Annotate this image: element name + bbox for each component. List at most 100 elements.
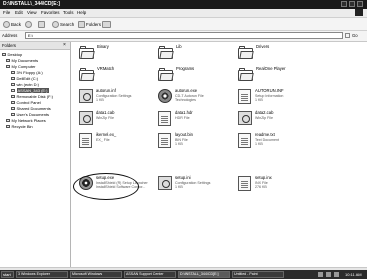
address-value: E:\ bbox=[28, 33, 33, 38]
folder-icon bbox=[238, 45, 254, 59]
menu-file[interactable]: File bbox=[3, 10, 10, 15]
address-bar: Address E:\ Go bbox=[0, 31, 367, 42]
address-dropdown-icon[interactable] bbox=[345, 33, 350, 38]
floppy-icon bbox=[11, 71, 15, 74]
address-input[interactable]: E:\ bbox=[25, 32, 343, 39]
file-item-setup-ini[interactable]: setup.ini Configuration Settings 1 KB bbox=[158, 175, 210, 190]
file-item-readme[interactable]: readme.txt Text Document 1 KB bbox=[238, 132, 279, 148]
file-item-data1-cab[interactable]: data1.cab WinZip File bbox=[79, 110, 114, 125]
tree-item-removable-f[interactable]: Removable Disk (F:) bbox=[11, 94, 53, 99]
tray-volume-icon[interactable] bbox=[326, 272, 331, 277]
folder-icon bbox=[6, 59, 10, 62]
close-button[interactable] bbox=[357, 1, 363, 7]
file-item-autorun-inf[interactable]: autorun.inf Configuration Settings 1 KB bbox=[79, 88, 131, 103]
desktop-icon bbox=[2, 53, 6, 56]
tray-network-icon[interactable] bbox=[318, 272, 323, 277]
control-panel-icon bbox=[11, 101, 15, 104]
setup-exe-highlight bbox=[73, 173, 139, 200]
toolbar: Back Search Folders bbox=[0, 18, 367, 31]
go-button[interactable]: Go bbox=[352, 33, 358, 38]
tree-item-shared-documents[interactable]: Shared Documents bbox=[11, 106, 51, 111]
taskbar: start 3 Windows Explorer Microsoft Windo… bbox=[0, 270, 367, 279]
tree-item-drive-d[interactable]: win (ectn D:) bbox=[11, 82, 39, 87]
close-pane-icon[interactable]: × bbox=[63, 42, 66, 48]
tree-item-users-documents[interactable]: User's Documents bbox=[11, 112, 49, 117]
file-item-lib[interactable]: Lib bbox=[158, 44, 182, 59]
folder-icon bbox=[158, 45, 174, 59]
file-item-programs[interactable]: Programs bbox=[158, 66, 194, 81]
tree-item-drive-c[interactable]: DellEdit (C:) bbox=[11, 76, 38, 81]
menu-view[interactable]: View bbox=[27, 10, 37, 15]
tree-item-floppy[interactable]: 3½ Floppy (A:) bbox=[11, 70, 43, 75]
file-item-autorun-exe[interactable]: autorun.exe CD-T Autorun File Technologies bbox=[158, 88, 204, 103]
file-item-ikernel[interactable]: ikernel.ex_ EX_ File bbox=[79, 132, 116, 148]
maximize-button[interactable] bbox=[349, 1, 355, 7]
folder-icon bbox=[79, 45, 95, 59]
file-item-autorun-inf-setup[interactable]: AUTORUN.INF Setup Information 1 KB bbox=[238, 88, 284, 104]
cab-icon bbox=[79, 111, 93, 125]
folders-pane-title: Folders bbox=[2, 43, 16, 48]
search-label: Search bbox=[60, 21, 75, 27]
tree-item-network-places[interactable]: My Network Places bbox=[6, 118, 46, 123]
folder-icon bbox=[11, 113, 15, 116]
document-icon bbox=[158, 111, 171, 126]
window-title: D:\INSTALL\_344\CD[E:] bbox=[3, 1, 60, 7]
document-icon bbox=[79, 133, 92, 148]
start-button[interactable]: start bbox=[1, 271, 14, 278]
file-item-drivers[interactable]: Drivers bbox=[238, 44, 269, 59]
drive-icon bbox=[11, 83, 15, 86]
file-item-data2-cab[interactable]: data2.cab WinZip File bbox=[238, 110, 273, 125]
menu-tools[interactable]: Tools bbox=[63, 10, 74, 15]
views-button[interactable] bbox=[102, 20, 112, 28]
clock: 10:11 AM bbox=[345, 272, 362, 277]
tree-item-my-computer[interactable]: My Computer bbox=[6, 64, 36, 69]
up-folder-icon bbox=[38, 20, 45, 28]
title-bar: D:\INSTALL\_344\CD[E:] bbox=[0, 0, 367, 9]
drive-icon bbox=[11, 77, 15, 80]
windows-logo-icon bbox=[355, 9, 363, 16]
back-button[interactable]: Back bbox=[3, 20, 21, 28]
tree-item-my-documents[interactable]: My Documents bbox=[6, 58, 38, 63]
recycle-bin-icon bbox=[6, 125, 10, 128]
tree-item-control-panel[interactable]: Control Panel bbox=[11, 100, 41, 105]
folder-icon bbox=[11, 107, 15, 110]
up-folder-button[interactable] bbox=[38, 20, 46, 28]
search-button[interactable]: Search bbox=[52, 20, 74, 28]
menu-edit[interactable]: Edit bbox=[15, 10, 23, 15]
file-item-binary[interactable]: Binary bbox=[79, 44, 109, 59]
address-label: Address bbox=[2, 33, 18, 38]
tree-item-drive-e[interactable]: ASSAN_343 (E:) bbox=[11, 88, 49, 93]
forward-button[interactable] bbox=[25, 20, 33, 28]
file-item-setup-inx[interactable]: setup.inx INX File 276 KB bbox=[238, 175, 272, 191]
document-icon bbox=[158, 133, 171, 148]
settings-file-icon bbox=[158, 176, 172, 190]
settings-file-icon bbox=[79, 89, 93, 103]
folder-icon bbox=[158, 67, 174, 81]
folders-button[interactable]: Folders bbox=[78, 20, 101, 28]
menu-favorites[interactable]: Favorites bbox=[41, 10, 60, 15]
file-item-data1-hdr[interactable]: data1.hdr HDR File bbox=[158, 110, 193, 126]
cab-icon bbox=[238, 111, 252, 125]
file-item-vrmatch[interactable]: VRMatch bbox=[79, 66, 114, 81]
folders-icon bbox=[78, 20, 85, 28]
tree-item-recycle-bin[interactable]: Recycle Bin bbox=[6, 124, 33, 129]
taskbar-item-support-center[interactable]: ASSAN Support Center bbox=[124, 271, 176, 278]
back-arrow-icon bbox=[3, 20, 10, 28]
taskbar-item-paint[interactable]: Untitled - Paint bbox=[232, 271, 284, 278]
taskbar-item-explorer[interactable]: 3 Windows Explorer bbox=[16, 271, 68, 278]
menu-help[interactable]: Help bbox=[77, 10, 86, 15]
search-icon bbox=[52, 20, 59, 28]
removable-disk-icon bbox=[11, 95, 15, 98]
taskbar-item-cd-window[interactable]: D:\INSTALL_344\CD[E:] bbox=[178, 271, 230, 278]
tray-security-icon[interactable] bbox=[334, 272, 339, 277]
taskbar-item-windows[interactable]: Microsoft Windows bbox=[70, 271, 122, 278]
minimize-button[interactable] bbox=[341, 1, 347, 7]
file-item-realone-player[interactable]: RealOne Player bbox=[238, 66, 286, 81]
file-item-layout-bin[interactable]: layout.bin BIN File 1 KB bbox=[158, 132, 193, 148]
text-document-icon bbox=[238, 133, 251, 148]
folder-icon bbox=[238, 67, 254, 81]
cd-drive-icon bbox=[11, 89, 15, 92]
tree-item-desktop[interactable]: Desktop bbox=[2, 52, 22, 57]
folders-label: Folders bbox=[86, 21, 102, 27]
folder-icon bbox=[79, 67, 95, 81]
